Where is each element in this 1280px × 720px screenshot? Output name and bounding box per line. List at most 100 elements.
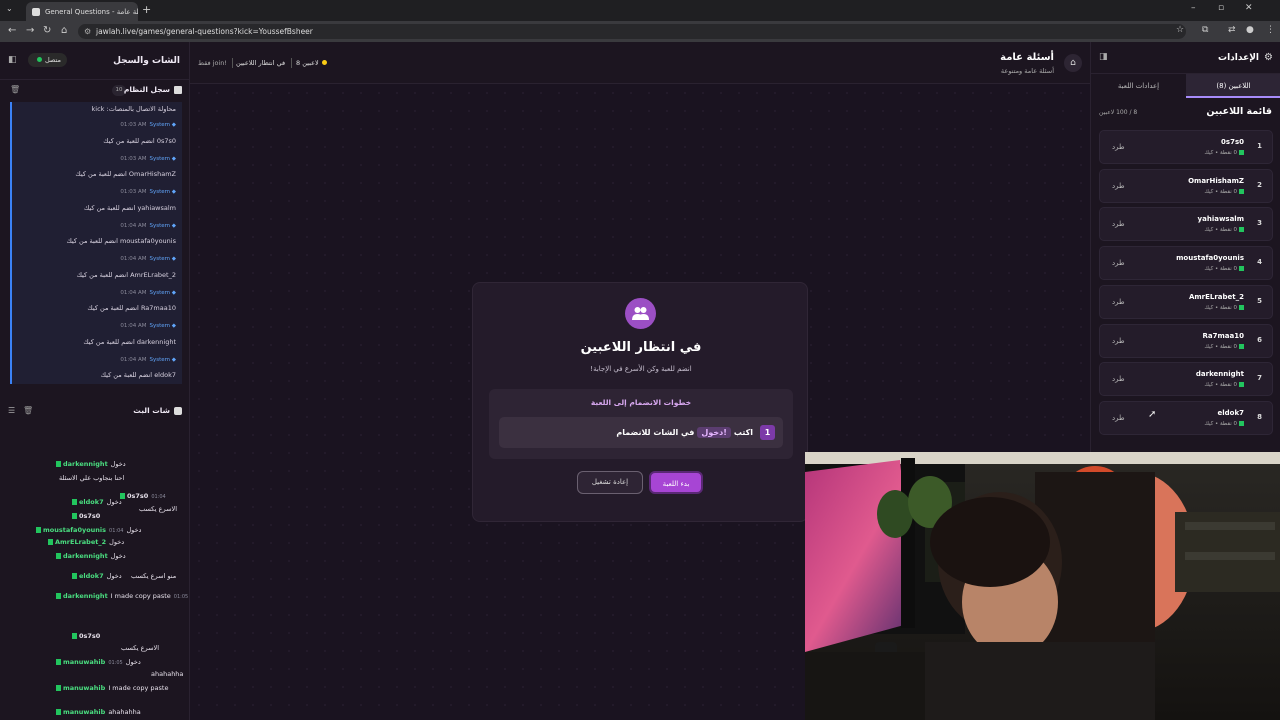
system-log-meta: 01:04 AM System ◆ [120,289,176,296]
clear-log-icon[interactable]: 🗑 [10,85,20,94]
chat-log-title: الشات والسجل [113,56,180,66]
player-number: 2 [1257,180,1262,189]
chat-message: منو اسرع يكسب [128,572,176,580]
new-tab-icon[interactable]: + [142,3,151,16]
start-game-button[interactable]: بدء اللعبة [649,471,703,494]
chat-log-header: ◧ متصل الشات والسجل [0,42,190,80]
kick-icon [1239,304,1244,310]
player-name: OmarHishamZ [1188,176,1244,185]
kick-player-button[interactable]: طرد [1112,375,1125,383]
home-button[interactable]: ⌂ [1064,54,1082,72]
browser-toolbar: ← → ↻ ⌂ ⚙ jawlah.live/games/general-ques… [0,21,1280,42]
kick-player-button[interactable]: طرد [1112,143,1125,151]
system-log-text: darkennight انضم للعبة من كيك [83,337,176,346]
forward-icon[interactable]: → [26,25,34,36]
reset-button[interactable]: إعادة تشغيل [577,471,643,494]
player-points: 0 نقطة • كيك [1204,188,1244,195]
player-points: 0 نقطة • كيك [1204,266,1244,272]
chat-text: الاسرع يكسب [121,644,160,652]
chat-text: منو اسرع يكسب [131,572,177,580]
shield-icon: ◆ [171,222,176,229]
player-number: 7 [1257,374,1262,383]
shield-icon: ◆ [171,122,176,128]
chat-time: 01:04 [151,494,166,500]
tab-players[interactable]: اللاعبين (8) [1186,74,1280,98]
divider [291,58,292,68]
bookmark-star-icon[interactable]: ☆ [1176,25,1184,35]
shield-icon: ◆ [171,256,176,262]
collapse-panel-icon[interactable]: ◧ [8,55,17,65]
chat-message: eldok7 دخول [72,572,122,580]
chat-text: دخول [106,572,122,580]
back-icon[interactable]: ← [8,25,16,36]
chat-text: دخول [125,658,141,666]
step-number: 1 [760,425,775,440]
waiting-subtitle: انضم للعبة وكن الأسرع في الإجابة! [590,365,692,373]
kick-player-button[interactable]: طرد [1112,414,1125,422]
system-log-text: 0s7s0 انضم للعبة من كيك [103,136,176,145]
profile-avatar-icon[interactable]: ● [1246,25,1254,35]
player-name: eldok7 [1217,408,1245,417]
chat-message: احنا بنجاوب علي الاسئلة [56,474,124,482]
stream-chat-list[interactable]: darkennight دخول احنا بنجاوب علي الاسئلة 0s… [0,402,190,720]
kick-player-button[interactable]: طرد [1112,220,1125,228]
menu-dots-icon[interactable]: ⋮ [1266,25,1275,35]
kick-icon [56,659,61,665]
chat-text: دخول [110,460,126,468]
kick-player-button[interactable]: طرد [1112,298,1125,306]
mouse-cursor-icon: ➚ [1148,409,1157,420]
browser-tab[interactable]: General Questions - أسئلة عامة ✕ [26,2,138,21]
player-row: 7 darkennight 0 نقطة • كيك طرد [1099,362,1273,397]
status-dot-icon [321,60,327,65]
system-log-text: Ra7maa10 انضم للعبة من كيك [87,304,176,312]
tab-game-settings[interactable]: إعدادات اللعبة [1091,74,1186,98]
home-icon[interactable]: ⌂ [61,25,67,36]
player-name: 0s7s0 [1221,138,1244,146]
system-log-item: 01:03 AM System ◆ yahiawsalm انضم للعبة من… [10,183,182,217]
tab-favicon-icon [32,7,40,16]
system-log-text: AmrELrabet_2 انضم للعبة من كيك [76,270,176,279]
system-log-header: 🗑 10 سجل النظام [0,80,190,102]
tab-search-icon[interactable]: ⌄ [6,4,13,13]
status-text: في انتظار اللاعبين [236,59,286,67]
settings-panel: ◨ الإعدادات ⚙ إعدادات اللعبة اللاعبين (8… [1090,42,1280,452]
webcam-overlay [805,452,1280,720]
tab-title: General Questions - أسئلة عامة [45,7,138,16]
players-list-count: 8 / 100 لاعبين [1099,109,1138,116]
system-log-meta: 01:04 AM System ◆ [120,222,176,229]
shield-icon: ◆ [171,323,176,329]
chat-text: دخول [106,498,122,506]
chat-username: eldok7 [79,498,104,506]
address-bar[interactable]: ⚙ jawlah.live/games/general-questions?ki… [78,24,1186,39]
reload-icon[interactable]: ↻ [43,25,51,36]
collapse-settings-icon[interactable]: ◨ [1099,52,1108,62]
player-number: 6 [1257,335,1262,344]
chat-message: eldok7 دخول [72,498,122,506]
site-info-icon[interactable]: ⚙ [84,24,91,39]
system-log-meta: 01:04 AM System ◆ [120,356,176,363]
kick-player-button[interactable]: طرد [1112,259,1125,267]
players-count: 8 لاعبين [296,59,327,67]
maximize-icon[interactable]: ▫ [1218,3,1224,13]
chat-message: 0s7s0 01:04 [120,492,166,500]
kick-player-button[interactable]: طرد [1112,337,1125,345]
kick-icon [56,709,61,715]
minimize-icon[interactable]: – [1191,3,1196,13]
chat-text: دخول [110,552,126,560]
extensions-icon[interactable]: ⧉ [1202,25,1208,35]
system-log-list[interactable]: محاولة الاتصال بالمنصات: kick 01:03 AM Sy… [10,102,182,389]
close-window-icon[interactable]: ✕ [1245,3,1253,13]
player-points: 0 نقطة • كيك [1204,382,1244,388]
system-log-meta: 01:03 AM System ◆ [120,189,176,195]
sync-icon[interactable]: ⇄ [1228,25,1236,35]
chat-log-panel: ◧ متصل الشات والسجل 🗑 10 سجل النظام محاو… [0,42,190,720]
chat-username: darkennight [63,592,108,600]
player-row: 2 OmarHishamZ 0 نقطة • كيك طرد [1099,168,1273,203]
player-number: 1 [1257,142,1262,150]
system-log-item: 01:04 AM System ◆ eldok7 انضم للعبة من كيك [10,350,182,384]
kick-icon [48,539,53,545]
chat-username: 0s7s0 [79,632,101,640]
kick-icon [36,527,41,533]
kick-player-button[interactable]: طرد [1112,182,1125,190]
chat-text: ahahahha [151,670,184,678]
